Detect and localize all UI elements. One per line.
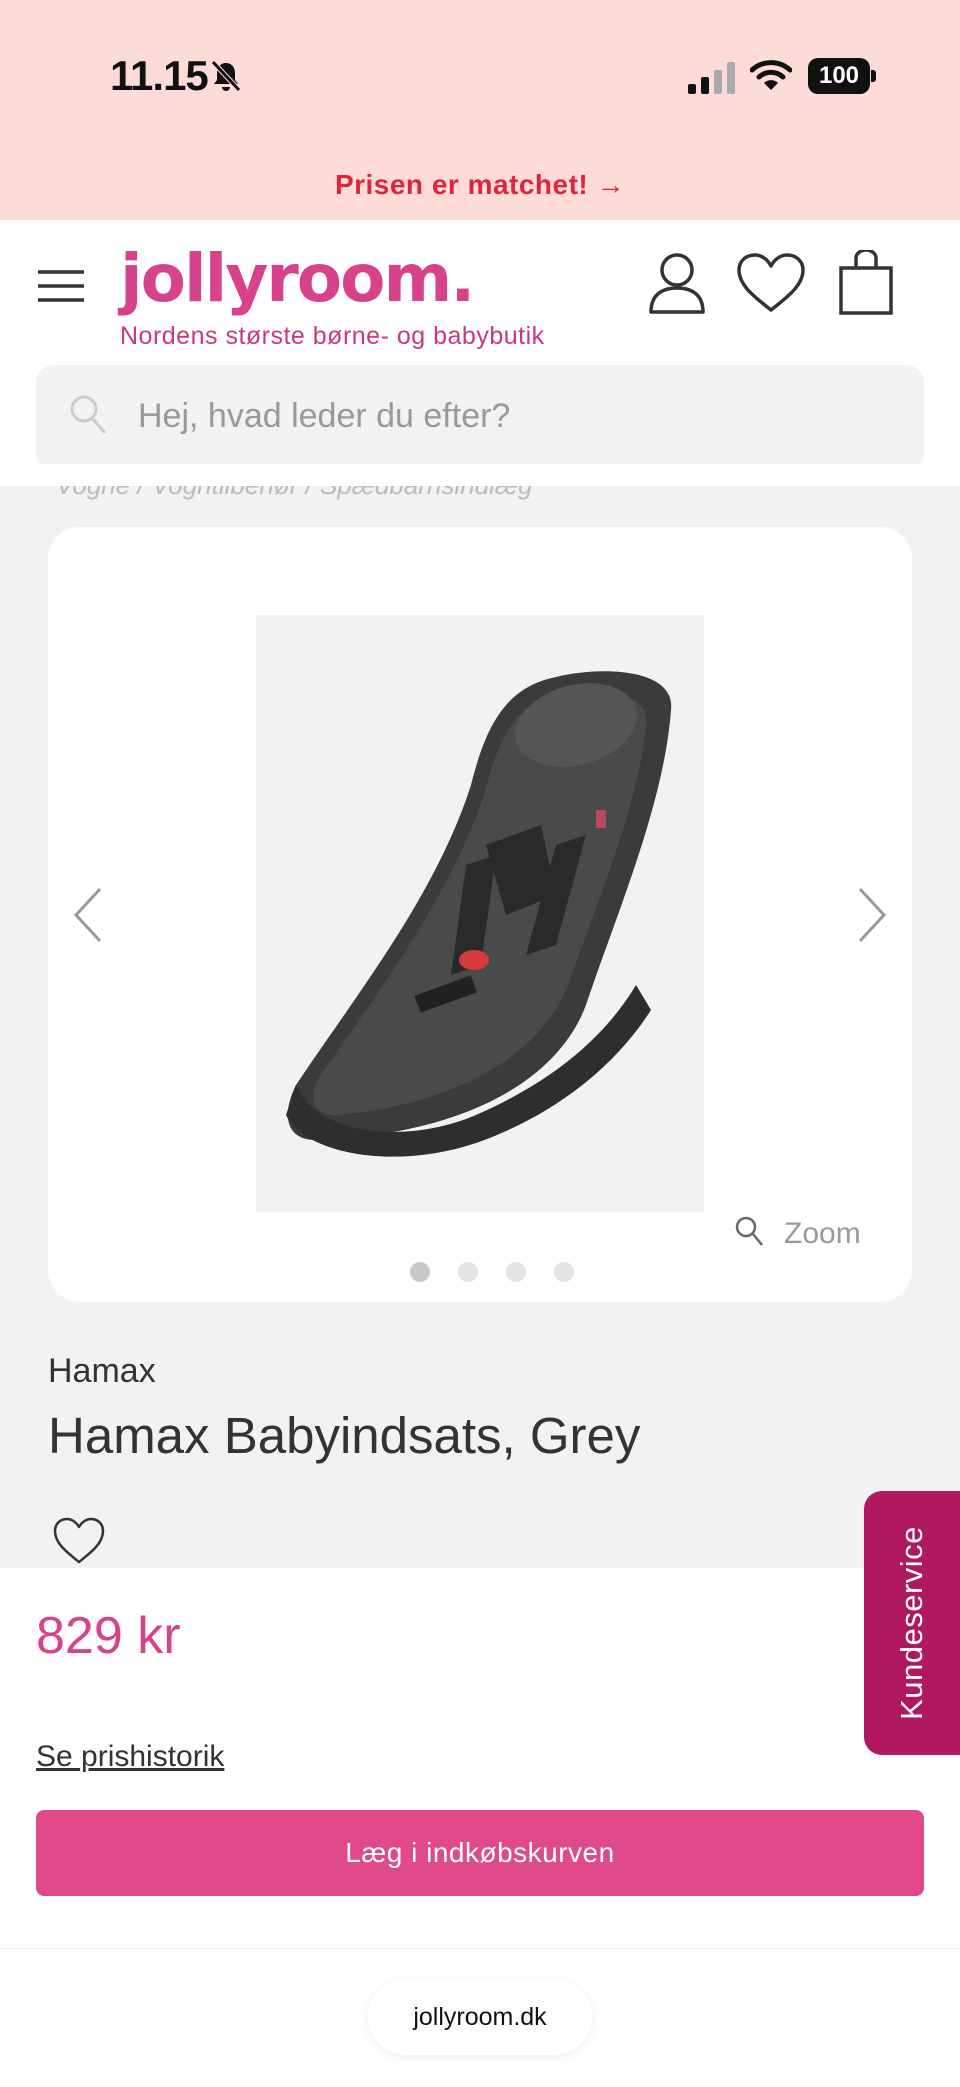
gallery-dot[interactable] bbox=[506, 1262, 526, 1282]
baby-seat-illustration bbox=[286, 671, 672, 1157]
product-image[interactable] bbox=[256, 615, 704, 1212]
status-time: 11.15 bbox=[110, 52, 209, 99]
price-match-banner[interactable]: Prisen er matchet! → bbox=[0, 150, 960, 220]
browser-url[interactable]: jollyroom.dk bbox=[368, 1979, 592, 2055]
buy-panel: 829 kr Se prishistorik Læg i indkøbskurv… bbox=[0, 1568, 960, 1948]
site-tagline: Nordens største børne- og babybutik bbox=[120, 322, 545, 350]
search-bar[interactable]: Hej, hvad leder du efter? bbox=[36, 365, 924, 470]
product-brand[interactable]: Hamax bbox=[48, 1352, 156, 1391]
product-title: Hamax Babyindsats, Grey bbox=[48, 1407, 641, 1464]
zoom-label[interactable]: Zoom bbox=[784, 1217, 861, 1251]
gallery-dot[interactable] bbox=[410, 1262, 430, 1282]
product-gallery: Zoom bbox=[48, 527, 912, 1302]
gallery-dot[interactable] bbox=[458, 1262, 478, 1282]
add-to-cart-button[interactable]: Læg i indkøbskurven bbox=[36, 1810, 924, 1896]
user-icon[interactable] bbox=[648, 250, 706, 314]
gallery-pagination bbox=[410, 1260, 574, 1284]
signal-icon bbox=[688, 62, 735, 94]
search-icon bbox=[70, 395, 107, 434]
site-logo[interactable]: jollyroom. bbox=[120, 240, 475, 317]
bag-icon[interactable] bbox=[838, 250, 894, 316]
customer-service-label: Kundeservice bbox=[894, 1526, 929, 1720]
menu-icon[interactable] bbox=[36, 266, 86, 306]
battery-icon: 100 bbox=[808, 58, 876, 94]
chevron-left-icon[interactable] bbox=[70, 885, 106, 945]
zoom-icon[interactable] bbox=[734, 1215, 764, 1247]
gallery-dot[interactable] bbox=[554, 1262, 574, 1282]
site-header: jollyroom. Nordens største børne- og bab… bbox=[0, 220, 960, 486]
chevron-right-icon[interactable] bbox=[854, 885, 890, 945]
price-history-link[interactable]: Se prishistorik bbox=[36, 1740, 224, 1774]
product-price: 829 kr bbox=[36, 1607, 181, 1665]
bell-muted-icon bbox=[211, 60, 241, 92]
customer-service-tab[interactable]: Kundeservice bbox=[864, 1491, 960, 1755]
wishlist-heart-icon[interactable] bbox=[52, 1516, 106, 1566]
wifi-icon bbox=[750, 60, 792, 90]
browser-toolbar: jollyroom.dk bbox=[0, 1948, 960, 2087]
status-bar: 11.15 100 bbox=[0, 0, 960, 150]
battery-level: 100 bbox=[808, 58, 870, 94]
search-input[interactable]: Hej, hvad leder du efter? bbox=[138, 397, 510, 436]
heart-icon[interactable] bbox=[736, 252, 806, 314]
